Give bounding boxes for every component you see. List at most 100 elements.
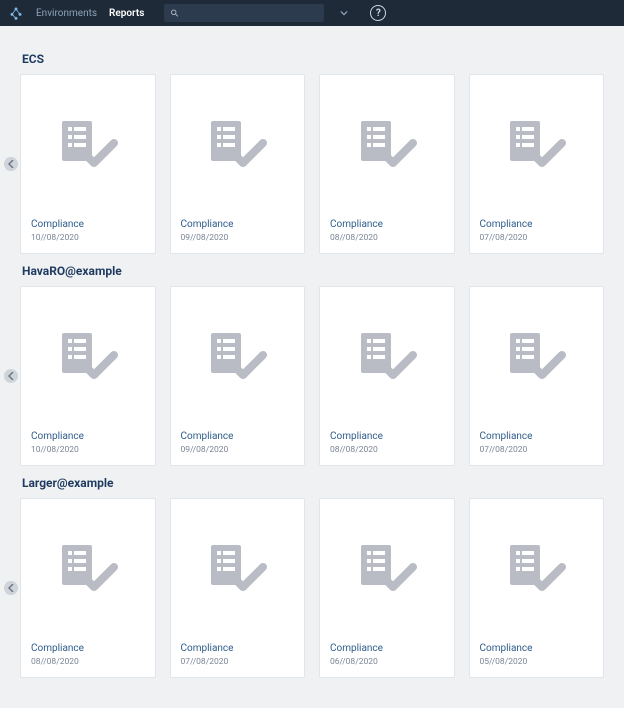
compliance-report-icon [56, 541, 120, 593]
report-date: 07//08/2020 [181, 657, 295, 667]
report-date: 08//08/2020 [330, 233, 444, 243]
report-date: 07//08/2020 [480, 233, 594, 243]
carousel-prev-button[interactable] [4, 581, 18, 595]
report-thumbnail [171, 499, 305, 635]
report-meta: Compliance 08//08/2020 [320, 423, 454, 465]
chevron-left-icon [8, 372, 14, 380]
report-thumbnail [470, 75, 604, 211]
report-title: Compliance [181, 219, 295, 230]
search-icon [170, 8, 179, 18]
logo-icon [8, 5, 24, 21]
report-card[interactable]: Compliance 07//08/2020 [469, 74, 605, 254]
compliance-report-icon [205, 329, 269, 381]
report-title: Compliance [480, 643, 594, 654]
report-title: Compliance [330, 431, 444, 442]
report-card[interactable]: Compliance 10//08/2020 [20, 74, 156, 254]
report-title: Compliance [31, 219, 145, 230]
report-thumbnail [21, 287, 155, 423]
report-date: 08//08/2020 [330, 445, 444, 455]
search-input[interactable] [185, 8, 318, 19]
report-thumbnail [171, 287, 305, 423]
report-card[interactable]: Compliance 10//08/2020 [20, 286, 156, 466]
nav-reports[interactable]: Reports [109, 8, 144, 19]
card-grid: Compliance 10//08/2020 Compliance 09//08… [20, 74, 604, 254]
report-card[interactable]: Compliance 09//08/2020 [170, 286, 306, 466]
compliance-report-icon [355, 117, 419, 169]
carousel-prev-button[interactable] [4, 157, 18, 171]
report-title: Compliance [31, 643, 145, 654]
report-thumbnail [320, 287, 454, 423]
report-meta: Compliance 10//08/2020 [21, 211, 155, 253]
report-date: 10//08/2020 [31, 445, 145, 455]
report-title: Compliance [480, 431, 594, 442]
app-logo[interactable] [8, 5, 24, 21]
report-title: Compliance [31, 431, 145, 442]
compliance-report-icon [504, 117, 568, 169]
report-thumbnail [470, 287, 604, 423]
compliance-report-icon [205, 117, 269, 169]
report-meta: Compliance 05//08/2020 [470, 635, 604, 677]
report-meta: Compliance 08//08/2020 [21, 635, 155, 677]
compliance-report-icon [504, 329, 568, 381]
report-thumbnail [320, 75, 454, 211]
compliance-report-icon [504, 541, 568, 593]
section-title: HavaRO@example [22, 264, 604, 278]
report-meta: Compliance 07//08/2020 [171, 635, 305, 677]
report-title: Compliance [181, 643, 295, 654]
report-card[interactable]: Compliance 08//08/2020 [319, 74, 455, 254]
compliance-report-icon [56, 117, 120, 169]
report-thumbnail [320, 499, 454, 635]
section-title: ECS [22, 52, 604, 66]
search-container[interactable] [164, 4, 324, 22]
report-date: 05//08/2020 [480, 657, 594, 667]
report-date: 08//08/2020 [31, 657, 145, 667]
compliance-report-icon [355, 541, 419, 593]
report-meta: Compliance 06//08/2020 [320, 635, 454, 677]
chevron-left-icon [8, 160, 14, 168]
report-card[interactable]: Compliance 07//08/2020 [469, 286, 605, 466]
report-date: 09//08/2020 [181, 445, 295, 455]
report-card[interactable]: Compliance 05//08/2020 [469, 498, 605, 678]
report-thumbnail [21, 499, 155, 635]
report-meta: Compliance 09//08/2020 [171, 211, 305, 253]
compliance-report-icon [205, 541, 269, 593]
report-meta: Compliance 07//08/2020 [470, 423, 604, 465]
report-date: 09//08/2020 [181, 233, 295, 243]
search-dropdown-toggle[interactable] [336, 5, 352, 21]
section-row: Compliance 08//08/2020 Compliance 07//08… [20, 498, 604, 678]
section-row: Compliance 10//08/2020 Compliance 09//08… [20, 286, 604, 466]
report-thumbnail [171, 75, 305, 211]
report-card[interactable]: Compliance 08//08/2020 [20, 498, 156, 678]
report-title: Compliance [480, 219, 594, 230]
topbar: Environments Reports ? [0, 0, 624, 26]
report-thumbnail [470, 499, 604, 635]
report-card[interactable]: Compliance 06//08/2020 [319, 498, 455, 678]
nav-environments[interactable]: Environments [36, 8, 97, 19]
report-date: 10//08/2020 [31, 233, 145, 243]
card-grid: Compliance 08//08/2020 Compliance 07//08… [20, 498, 604, 678]
card-grid: Compliance 10//08/2020 Compliance 09//08… [20, 286, 604, 466]
report-card[interactable]: Compliance 07//08/2020 [170, 498, 306, 678]
report-date: 06//08/2020 [330, 657, 444, 667]
report-meta: Compliance 08//08/2020 [320, 211, 454, 253]
reports-content: ECS Compliance 10//08/2020 Compliance [0, 26, 624, 690]
section-title: Larger@example [22, 476, 604, 490]
report-title: Compliance [330, 219, 444, 230]
help-button[interactable]: ? [370, 5, 386, 21]
report-card[interactable]: Compliance 09//08/2020 [170, 74, 306, 254]
report-meta: Compliance 10//08/2020 [21, 423, 155, 465]
report-meta: Compliance 09//08/2020 [171, 423, 305, 465]
report-title: Compliance [181, 431, 295, 442]
chevron-left-icon [8, 584, 14, 592]
report-thumbnail [21, 75, 155, 211]
compliance-report-icon [56, 329, 120, 381]
chevron-down-icon [340, 9, 348, 17]
report-title: Compliance [330, 643, 444, 654]
report-date: 07//08/2020 [480, 445, 594, 455]
report-meta: Compliance 07//08/2020 [470, 211, 604, 253]
report-card[interactable]: Compliance 08//08/2020 [319, 286, 455, 466]
compliance-report-icon [355, 329, 419, 381]
carousel-prev-button[interactable] [4, 369, 18, 383]
section-row: Compliance 10//08/2020 Compliance 09//08… [20, 74, 604, 254]
help-icon: ? [376, 8, 381, 19]
